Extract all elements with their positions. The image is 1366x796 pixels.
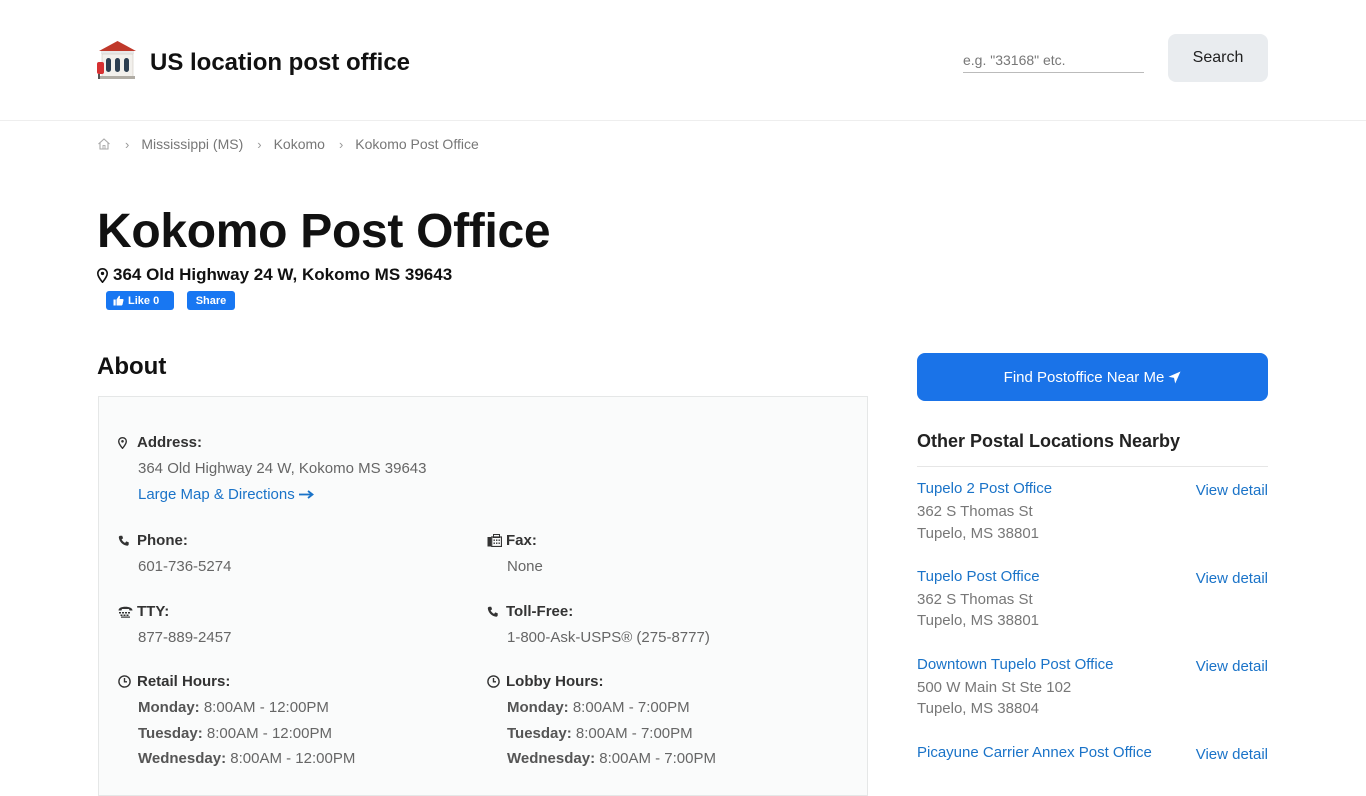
facebook-share-button[interactable]: Share [187,291,235,310]
tollfree-block: Toll-Free: 1-800-Ask-USPS® (275-8777) [487,603,710,646]
page-address-text: 364 Old Highway 24 W, Kokomo MS 39643 [113,265,453,284]
breadcrumb-separator: › [125,136,130,152]
breadcrumb: › Mississippi (MS) › Kokomo › Kokomo Pos… [97,135,479,153]
view-detail-link[interactable]: View detail [1196,658,1268,675]
hours-day: Tuesday: [138,724,203,742]
hours-time: 8:00AM - 12:00PM [203,699,329,716]
search-button[interactable]: Search [1168,34,1268,82]
nearby-locations-heading: Other Postal Locations Nearby [917,431,1181,451]
hours-day: Wednesday: [138,750,227,767]
phone-label: Phone: [137,532,188,549]
map-directions-link[interactable]: Large Map & Directions [138,486,427,503]
hours-time: 8:00AM - 7:00PM [575,724,693,742]
phone-icon [487,606,498,617]
tty-value[interactable]: 877-889-2457 [138,629,231,646]
thumbs-up-icon [113,295,124,306]
clock-icon [487,675,500,688]
site-title[interactable]: US location post office [150,49,410,77]
location-city: Tupelo, MS 38801 [917,612,1040,629]
view-detail-link[interactable]: View detail [1196,570,1268,587]
home-icon[interactable] [97,137,111,151]
hours-day: Tuesday: [507,724,572,742]
tty-label: TTY: [137,603,170,620]
phone-block: Phone: 601-736-5274 [118,532,231,575]
fax-icon [487,534,502,547]
map-marker-icon [97,267,108,283]
divider [917,466,1268,467]
tty-icon [118,606,133,618]
hours-day: Monday: [138,699,200,716]
about-card: Address: 364 Old Highway 24 W, Kokomo MS… [98,396,868,796]
tollfree-label: Toll-Free: [506,603,574,620]
page-address: 364 Old Highway 24 W, Kokomo MS 39643 [97,265,452,285]
hours-time: 8:00AM - 7:00PM [572,699,690,716]
site-header: US location post office Search [0,0,1366,121]
location-name-link[interactable]: Tupelo 2 Post Office [917,480,1052,497]
nearby-location-item: Downtown Tupelo Post Office 500 W Main S… [917,656,1268,726]
map-marker-icon [118,436,127,449]
address-label: Address: [137,434,203,451]
page-title: Kokomo Post Office [97,205,551,258]
breadcrumb-separator: › [338,136,344,152]
breadcrumb-state[interactable]: Mississippi (MS) [141,136,243,152]
location-city: Tupelo, MS 38801 [917,525,1040,542]
address-value: 364 Old Highway 24 W, Kokomo MS 39643 [138,460,427,477]
find-postoffice-near-me-button[interactable]: Find Postoffice Near Me [917,353,1268,401]
location-street: 500 W Main St Ste 102 [917,679,1072,696]
location-name-link[interactable]: Picayune Carrier Annex Post Office [917,744,1152,761]
location-name-link[interactable]: Downtown Tupelo Post Office [917,656,1114,673]
lobby-hours-block: Lobby Hours: Monday: 8:00AM - 7:00PM Tue… [487,673,716,772]
fax-label: Fax: [506,532,537,549]
clock-icon [118,675,131,688]
hours-day: Wednesday: [507,750,596,767]
tty-block: TTY: 877-889-2457 [118,603,231,646]
phone-icon [118,535,129,546]
breadcrumb-current: Kokomo Post Office [355,136,479,152]
view-detail-link[interactable]: View detail [1196,746,1268,763]
retail-hours-row: Tuesday: 8:00AM - 12:00PM [138,721,355,747]
location-street: 362 S Thomas St [917,503,1033,520]
breadcrumb-city[interactable]: Kokomo [274,136,325,152]
location-city: Tupelo, MS 38804 [917,700,1040,717]
location-street: 362 S Thomas St [917,591,1033,608]
arrow-right-icon [298,490,314,499]
hours-time: 8:00AM - 7:00PM [599,750,716,767]
hours-day: Monday: [507,699,569,716]
retail-hours-row: Monday: 8:00AM - 12:00PM [138,695,355,721]
find-button-label: Find Postoffice Near Me [1003,368,1165,386]
facebook-like-label: Like 0 [128,294,160,307]
tollfree-value[interactable]: 1-800-Ask-USPS® (275-8777) [507,629,710,646]
fax-value: None [507,558,543,575]
facebook-like-button[interactable]: Like 0 [106,291,174,310]
map-directions-label: Large Map & Directions [138,486,295,503]
fax-block: Fax: None [487,532,543,575]
breadcrumb-separator: › [257,136,262,152]
phone-value[interactable]: 601-736-5274 [138,558,231,575]
view-detail-link[interactable]: View detail [1196,482,1268,499]
about-heading: About [97,353,167,380]
search-input[interactable] [963,48,1144,73]
location-name-link[interactable]: Tupelo Post Office [917,568,1040,585]
lobby-hours-row: Monday: 8:00AM - 7:00PM [507,695,716,721]
retail-hours-block: Retail Hours: Monday: 8:00AM - 12:00PM T… [118,673,356,772]
nearby-location-item: Picayune Carrier Annex Post Office View … [917,744,1268,768]
lobby-hours-row: Tuesday: 8:00AM - 7:00PM [507,721,716,747]
hours-time: 8:00AM - 12:00PM [230,750,356,767]
retail-hours-label: Retail Hours: [137,673,231,690]
post-office-logo-icon[interactable] [97,40,138,80]
hours-time: 8:00AM - 12:00PM [206,724,332,742]
nearby-location-item: Tupelo Post Office 362 S Thomas St Tupel… [917,568,1268,638]
address-block: Address: 364 Old Highway 24 W, Kokomo MS… [118,434,427,503]
lobby-hours-label: Lobby Hours: [506,673,604,690]
location-arrow-icon [1168,371,1181,383]
nearby-location-item: Tupelo 2 Post Office 362 S Thomas St Tup… [917,480,1268,550]
